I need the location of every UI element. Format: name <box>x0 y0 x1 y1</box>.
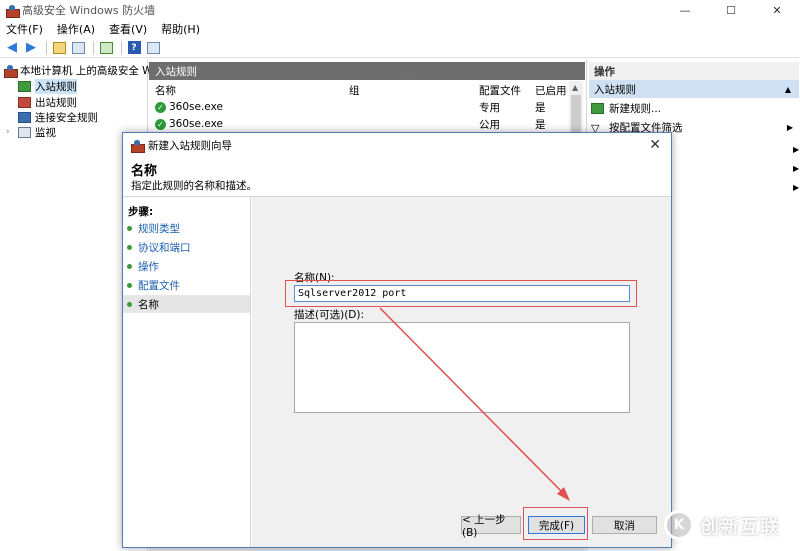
menu-bar: 文件(F) 操作(A) 查看(V) 帮助(H) <box>0 20 800 38</box>
table-row[interactable]: ✓ 360se.exe <box>155 99 223 115</box>
table-row[interactable]: ✓ 360se.exe <box>155 116 223 132</box>
actions-header: 操作 <box>589 62 799 80</box>
minimize-button[interactable]: — <box>662 0 708 20</box>
sort-caret-icon: ^ <box>406 77 414 87</box>
monitor-icon <box>18 127 31 138</box>
step-dot-icon <box>127 301 132 307</box>
steps-header: 步骤: <box>128 206 154 218</box>
finish-button[interactable]: 完成(F) <box>528 516 585 534</box>
column-header-enabled[interactable]: 已启用 <box>535 81 567 99</box>
show-hide-tree-icon[interactable] <box>70 40 86 56</box>
row-enabled: 是 <box>535 101 546 114</box>
menu-action[interactable]: 操作(A) <box>57 21 95 37</box>
rule-name-input[interactable]: Sqlserver2012 port <box>294 285 630 302</box>
maximize-button[interactable]: ☐ <box>708 0 754 20</box>
menu-help[interactable]: 帮助(H) <box>161 21 200 37</box>
submenu-arrow-icon: ▶ <box>786 122 793 132</box>
step-protocol-ports[interactable]: 协议和端口 <box>123 238 250 256</box>
menu-view[interactable]: 查看(V) <box>109 21 147 37</box>
back-button[interactable]: < 上一步(B) <box>461 514 521 539</box>
forward-arrow-icon[interactable]: ▶ <box>23 40 39 56</box>
watermark-text: 创新互联 <box>700 515 781 538</box>
step-rule-type[interactable]: 规则类型 <box>123 219 250 237</box>
title-bar: 高级安全 Windows 防火墙 — ☐ ✕ <box>0 0 800 20</box>
step-action[interactable]: 操作 <box>123 257 250 275</box>
enabled-check-icon: ✓ <box>155 118 166 130</box>
scroll-up-icon[interactable]: ▲ <box>572 83 578 92</box>
menu-file[interactable]: 文件(F) <box>6 21 43 37</box>
column-header-name[interactable]: 名称 <box>155 81 176 99</box>
step-dot-icon <box>127 244 132 250</box>
outbound-rules-icon <box>18 97 31 108</box>
dialog-heading: 名称 <box>131 164 158 179</box>
back-arrow-icon[interactable]: ◀ <box>4 40 20 56</box>
close-button[interactable]: ✕ <box>754 0 800 20</box>
tree-item-monitoring[interactable]: 监视 <box>18 125 56 140</box>
window-title: 高级安全 Windows 防火墙 <box>22 4 156 17</box>
step-dot-icon <box>127 282 132 288</box>
submenu-arrow-icon[interactable]: ▶ <box>793 164 799 173</box>
firewall-app-icon <box>6 4 20 18</box>
tree-item-outbound-rules[interactable]: 出站规则 <box>18 95 77 110</box>
inbound-rules-icon <box>18 81 31 92</box>
rule-description-textarea[interactable] <box>294 322 630 413</box>
toolbar-separator <box>46 40 47 55</box>
step-profile[interactable]: 配置文件 <box>123 276 250 294</box>
submenu-arrow-icon[interactable]: ▶ <box>793 145 799 154</box>
new-rule-icon <box>591 102 604 114</box>
wizard-steps: 步骤: 规则类型 协议和端口 操作 配置文件 名称 <box>123 197 251 547</box>
actions-subheader-inbound[interactable]: 入站规则 ▲ <box>589 80 799 98</box>
dialog-subheading: 指定此规则的名称和描述。 <box>131 180 257 192</box>
new-inbound-rule-wizard: 新建入站规则向导 ✕ 名称 指定此规则的名称和描述。 步骤: 规则类型 协议和端… <box>122 132 672 548</box>
watermark-logo-icon: K <box>664 510 694 540</box>
row-profile: 专用 <box>479 101 500 114</box>
step-dot-icon <box>127 225 132 231</box>
column-header-profile[interactable]: 配置文件 <box>479 81 521 99</box>
tree-item-inbound-rules[interactable]: 入站规则 <box>18 79 77 94</box>
dialog-title-bar: 新建入站规则向导 <box>123 133 671 157</box>
column-header-group[interactable]: 组 <box>349 81 360 99</box>
row-profile: 公用 <box>479 118 500 131</box>
dialog-title: 新建入站规则向导 <box>148 139 232 152</box>
filter-icon: ▽ <box>591 121 600 135</box>
scroll-thumb[interactable] <box>571 95 581 135</box>
enabled-check-icon: ✓ <box>155 101 166 113</box>
action-new-rule[interactable]: 新建规则... <box>591 99 797 117</box>
step-dot-icon <box>127 263 132 269</box>
export-list-icon[interactable] <box>98 40 114 56</box>
dialog-close-icon[interactable]: ✕ <box>649 137 661 153</box>
tree-item-connection-security[interactable]: 连接安全规则 <box>18 110 98 125</box>
step-name[interactable]: 名称 <box>123 295 250 313</box>
toolbar-separator <box>121 40 122 55</box>
rules-pane-header: 入站规则 <box>149 62 585 80</box>
toolbar: ◀ ▶ ? <box>0 38 800 58</box>
toolbar-separator <box>93 40 94 55</box>
firewall-icon <box>131 139 145 153</box>
show-action-pane-icon[interactable] <box>145 40 161 56</box>
expand-chevron-icon[interactable]: › <box>6 127 10 137</box>
up-folder-icon[interactable] <box>51 40 67 56</box>
connection-security-icon <box>18 112 31 123</box>
submenu-arrow-icon[interactable]: ▶ <box>793 183 799 192</box>
collapse-caret-icon[interactable]: ▲ <box>785 85 791 94</box>
tree-root[interactable]: 本地计算机 上的高级安全 Win <box>4 63 162 78</box>
watermark: K 创新互联 <box>664 507 796 543</box>
cancel-button[interactable]: 取消 <box>592 516 657 534</box>
row-enabled: 是 <box>535 118 546 131</box>
firewall-icon <box>4 65 18 78</box>
name-field-label: 名称(N): <box>294 272 335 284</box>
help-icon[interactable]: ? <box>126 40 142 56</box>
description-field-label: 描述(可选)(D): <box>294 309 365 321</box>
